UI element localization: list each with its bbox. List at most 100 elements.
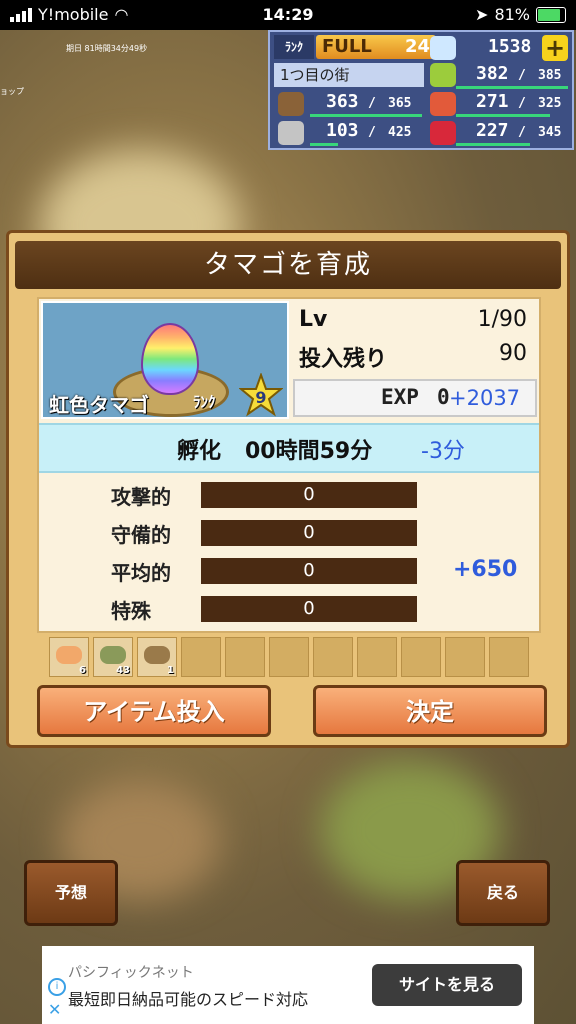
lv-value: 1/90	[477, 307, 527, 332]
stat-row-defense: 守備的 0	[39, 517, 539, 549]
dialog-title: タマゴを育成	[15, 241, 561, 289]
stat-bonus: +650	[453, 557, 518, 582]
rank-value: 24	[404, 36, 430, 57]
item-count: 1	[167, 665, 174, 676]
exp-box: EXP 0 +2037	[293, 379, 537, 417]
basket-icon	[144, 646, 170, 664]
predict-button[interactable]: 予想	[24, 860, 118, 926]
item-slot-empty[interactable]	[357, 637, 397, 677]
ore-separator: /	[368, 125, 376, 140]
stat-value: 0	[303, 484, 315, 505]
hatch-label: 孵化	[177, 439, 222, 464]
item-count: 43	[116, 665, 130, 676]
ore-bar	[310, 143, 338, 146]
battery-icon	[536, 6, 566, 23]
rank-full-label: FULL	[322, 36, 372, 57]
wood-value: 363	[326, 91, 359, 112]
rank-star-value: 9	[255, 388, 266, 407]
item-slot-bag[interactable]: 43	[93, 637, 133, 677]
ad-cta-button[interactable]: サイトを見る	[372, 964, 522, 1006]
stat-value: 0	[303, 560, 315, 581]
duration-text: 期日 81時間34分49秒	[66, 44, 148, 53]
wood-max: 365	[388, 96, 412, 111]
wood-icon	[278, 92, 304, 116]
item-slot-empty[interactable]	[181, 637, 221, 677]
egg-rank-label: ﾗﾝｸ	[193, 393, 216, 411]
lv-label: Lv	[299, 307, 328, 332]
stat-row-attack: 攻撃的 0	[39, 479, 539, 511]
ore-icon	[278, 121, 304, 145]
item-count: 6	[79, 665, 86, 676]
remaining-label: 投入残り	[299, 347, 388, 372]
insert-item-button[interactable]: アイテム投入	[37, 685, 271, 737]
food-separator: /	[518, 96, 526, 111]
rainbow-egg-icon	[141, 323, 199, 395]
stat-value: 0	[303, 598, 315, 619]
resource-panel: ﾗﾝｸ FULL 24 1538 + 1つ目の街 382 / 385 363 /…	[268, 30, 574, 150]
egg-portrait: 虹色タマゴ ﾗﾝｸ 9	[41, 301, 289, 419]
food-bar	[456, 114, 550, 117]
ad-text: 最短即日納品可能のスピード対応	[68, 990, 309, 1009]
rank-star-icon: 9	[239, 373, 283, 417]
food-max: 325	[538, 96, 562, 111]
ruby-bar	[456, 143, 530, 146]
ruby-max: 345	[538, 125, 562, 140]
item-slot-empty[interactable]	[445, 637, 485, 677]
stat-name: 守備的	[111, 523, 171, 547]
item-slot-empty[interactable]	[225, 637, 265, 677]
ore-max: 425	[388, 125, 412, 140]
town-name: 1つ目の街	[274, 63, 424, 87]
ruby-value: 227	[476, 120, 509, 141]
battery-percent: 81%	[494, 5, 530, 24]
item-slot-empty[interactable]	[269, 637, 309, 677]
item-slot-fish[interactable]: 6	[49, 637, 89, 677]
rank-label: ﾗﾝｸ	[274, 35, 314, 59]
rank-meter: FULL 24	[316, 35, 436, 59]
food-icon	[430, 92, 456, 116]
item-slot-empty[interactable]	[489, 637, 529, 677]
grass-separator: /	[518, 68, 526, 83]
grass-max: 385	[538, 68, 562, 83]
item-slot-basket[interactable]: 1	[137, 637, 177, 677]
ruby-separator: /	[518, 125, 526, 140]
bag-icon	[100, 646, 126, 664]
item-slot-empty[interactable]	[313, 637, 353, 677]
grass-icon	[430, 63, 456, 87]
egg-name: 虹色タマゴ	[49, 393, 149, 417]
stat-value: 0	[303, 522, 315, 543]
remaining-value: 90	[499, 341, 527, 366]
gems-count: 1538	[488, 36, 532, 57]
diamond-icon	[430, 36, 456, 60]
ad-brand: パシフィックネット	[68, 965, 194, 981]
egg-raise-dialog: タマゴを育成 虹色タマゴ ﾗﾝｸ 9 Lv 1/90 投入残り 90 EXP 0…	[6, 230, 570, 748]
wood-separator: /	[368, 96, 376, 111]
hatch-time: 00時間59分	[245, 439, 373, 464]
back-button[interactable]: 戻る	[456, 860, 550, 926]
side-text: ョップ	[0, 87, 24, 96]
hatch-delta: -3分	[421, 439, 465, 464]
egg-card: 虹色タマゴ ﾗﾝｸ 9 Lv 1/90 投入残り 90 EXP 0 +2037 …	[37, 297, 541, 633]
stat-name: 特殊	[111, 599, 151, 623]
wood-bar	[310, 114, 422, 117]
item-slot-empty[interactable]	[401, 637, 441, 677]
food-value: 271	[476, 91, 509, 112]
ad-close-icon[interactable]: ✕	[48, 1000, 61, 1019]
ruby-icon	[430, 121, 456, 145]
location-icon: ➤	[475, 5, 489, 24]
add-gems-button[interactable]: +	[542, 35, 568, 61]
status-bar: Y!mobile ◠ 14:29 ➤ 81%	[0, 0, 576, 30]
ad-banner[interactable]: i ✕ パシフィックネット 最短即日納品可能のスピード対応 サイトを見る	[42, 946, 534, 1024]
grass-value: 382	[476, 63, 509, 84]
confirm-button[interactable]: 決定	[313, 685, 547, 737]
item-slots: 6 43 1	[49, 637, 529, 677]
hatch-row: 孵化 00時間59分 -3分	[39, 423, 539, 473]
stat-name: 平均的	[111, 561, 171, 585]
stat-row-special: 特殊 0	[39, 593, 539, 625]
exp-plus: +2037	[449, 386, 521, 410]
ad-info-icon[interactable]: i	[48, 978, 66, 996]
exp-label: EXP	[381, 385, 419, 409]
stat-name: 攻撃的	[111, 485, 171, 509]
grass-bar	[456, 86, 568, 89]
stat-row-balanced: 平均的 0 +650	[39, 555, 539, 587]
fish-icon	[56, 646, 82, 664]
